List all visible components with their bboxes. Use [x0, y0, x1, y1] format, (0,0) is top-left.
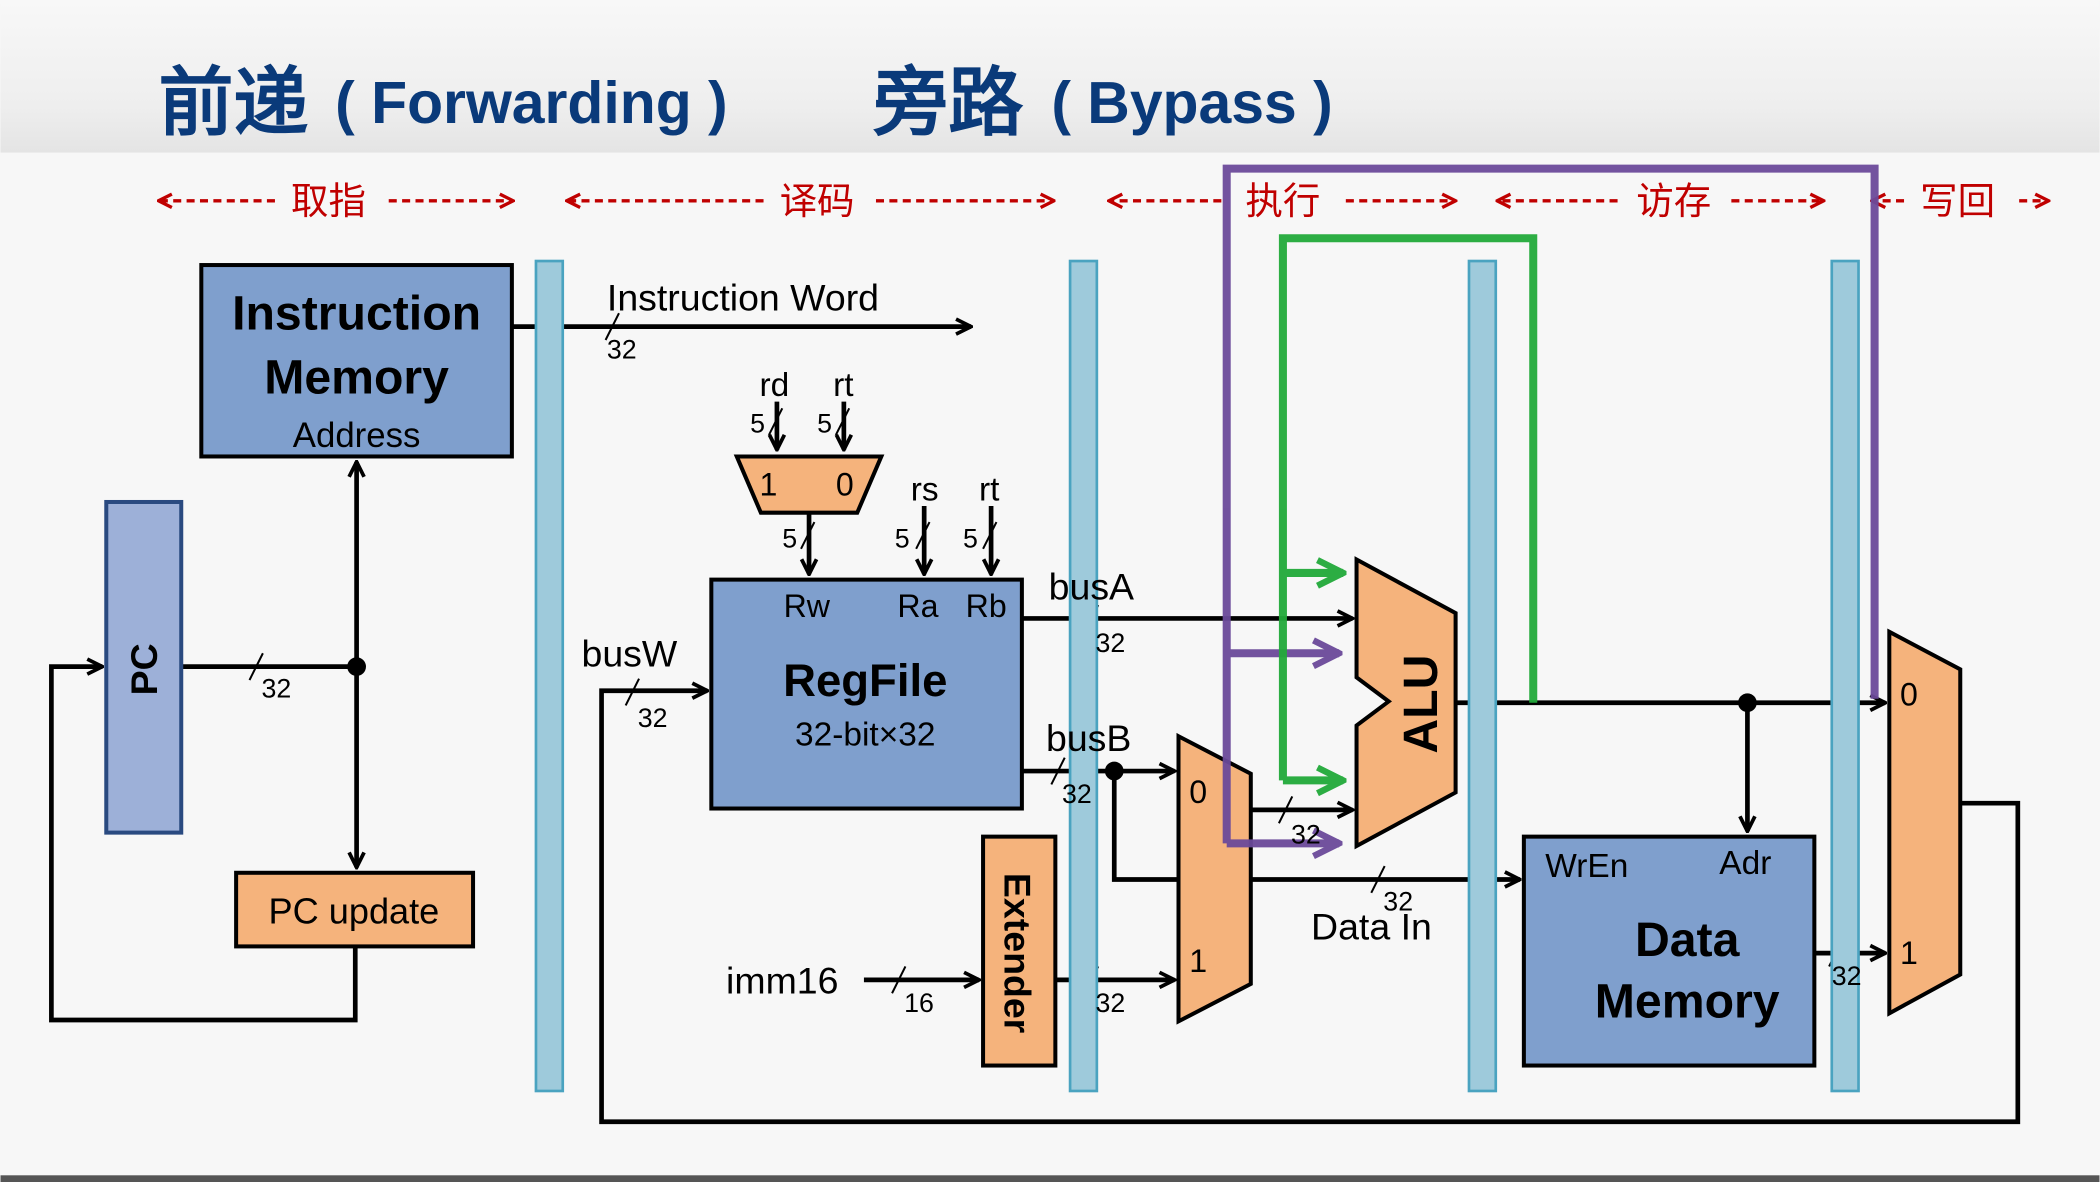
dmem-label-2: Memory: [1595, 974, 1780, 1028]
rb-port: Rb: [966, 588, 1007, 624]
imem-label-2: Memory: [264, 351, 449, 405]
forward-path-mem: [1222, 164, 1879, 844]
width-label: 5: [963, 523, 978, 553]
data-memory: WrEn Adr Data Memory: [1521, 834, 1817, 1068]
imem-address-label: Address: [293, 416, 421, 455]
header-band: [0, 0, 2100, 153]
rw-port: Rw: [784, 588, 831, 624]
if-id-register: [534, 259, 565, 1093]
mux-input-0: 0: [836, 466, 854, 502]
rd-label: rd: [760, 367, 790, 404]
width-label: 5: [817, 408, 832, 438]
alusrc-mux: 0 1: [1176, 732, 1253, 1025]
busB-label: busB: [1046, 717, 1131, 759]
title-forwarding-en: ( Forwarding ): [335, 71, 727, 136]
stage-fetch: 取指: [291, 179, 366, 223]
footer-line: [0, 1175, 2100, 1182]
title-bypass-en: ( Bypass ): [1051, 71, 1332, 136]
stage-labels: 取指 译码 执行 访存 写回: [158, 179, 2048, 223]
rs-label: rs: [911, 472, 939, 509]
width-label: 32: [638, 703, 668, 733]
rt-label-2: rt: [979, 472, 1000, 509]
alu: ALU: [1354, 556, 1458, 850]
pc-update-label: PC update: [269, 891, 440, 932]
mux-input-1: 1: [1189, 943, 1207, 979]
dmem-label: Data: [1635, 913, 1741, 967]
mux-input-1: 1: [760, 466, 778, 502]
stage-decode: 译码: [780, 179, 855, 223]
alu-label: ALU: [1394, 655, 1448, 754]
extender-label: Extender: [996, 873, 1038, 1034]
stage-memory: 访存: [1636, 179, 1711, 223]
mux-input-1: 1: [1900, 935, 1918, 971]
title-forwarding-cn: 前递: [158, 61, 308, 145]
instruction-memory: Instruction Memory Address: [199, 263, 514, 459]
width-label: 16: [904, 988, 934, 1018]
extender: Extender: [981, 834, 1058, 1068]
title-bypass-cn: 旁路: [872, 61, 1024, 145]
regfile-label: RegFile: [783, 655, 947, 706]
slide: 前递 ( Forwarding ) 旁路 ( Bypass ) 取指 译码 执行…: [0, 0, 2100, 1182]
rt-label: rt: [833, 367, 854, 404]
regfile-size-label: 32-bit×32: [795, 717, 935, 754]
regdst-mux: 1 0: [733, 454, 885, 515]
stage-execute: 执行: [1245, 179, 1320, 223]
width-label: 32: [262, 673, 292, 703]
instruction-word-label: Instruction Word: [607, 277, 879, 319]
busA-label: busA: [1049, 566, 1134, 608]
width-label: 32: [1383, 886, 1413, 916]
pc-register: PC: [104, 499, 184, 835]
width-label: 32: [1062, 779, 1092, 809]
register-file: Rw Ra Rb RegFile 32-bit×32: [709, 577, 1024, 811]
width-label: 32: [1291, 819, 1321, 849]
mux-input-0: 0: [1900, 676, 1918, 712]
pc-update: PC update: [234, 870, 476, 949]
width-label: 32: [1096, 628, 1126, 658]
mux-input-0: 0: [1189, 774, 1207, 810]
writeback-mux: 0 1: [1887, 628, 1963, 1017]
imm16-label: imm16: [726, 959, 838, 1001]
datapath-diagram: 前递 ( Forwarding ) 旁路 ( Bypass ) 取指 译码 执行…: [0, 0, 2100, 1182]
adr-port: Adr: [1719, 845, 1771, 882]
width-label: 5: [895, 523, 910, 553]
pc-label: PC: [123, 643, 165, 695]
wren-port: WrEn: [1545, 848, 1628, 885]
width-label: 5: [750, 408, 765, 438]
ra-port: Ra: [897, 588, 938, 624]
width-label: 32: [1832, 961, 1862, 991]
width-label: 5: [782, 523, 797, 553]
imem-label: Instruction: [232, 286, 481, 340]
busW-label: busW: [581, 633, 677, 675]
data-in-label: Data In: [1311, 906, 1432, 948]
width-label: 32: [1096, 988, 1126, 1018]
ex-mem-register: [1467, 259, 1498, 1093]
width-label: 32: [607, 335, 637, 365]
stage-writeback: 写回: [1920, 179, 1995, 223]
id-ex-register: [1068, 259, 1099, 1093]
